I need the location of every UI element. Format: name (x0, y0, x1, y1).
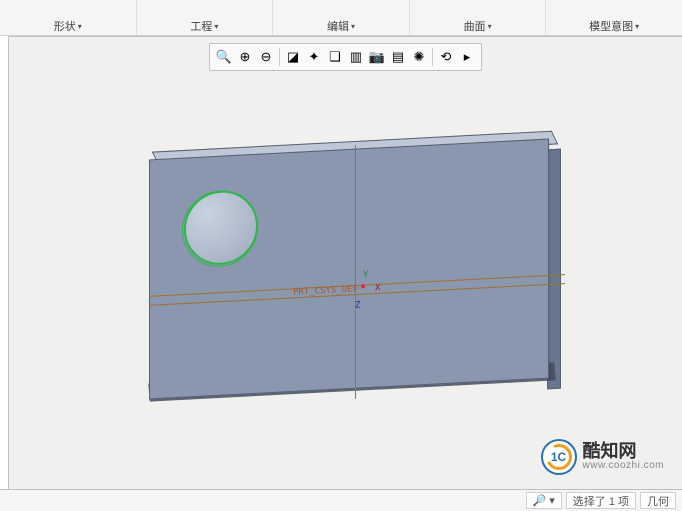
solid-front-face[interactable] (149, 139, 549, 400)
coordinate-system-icon[interactable]: X Y Z (349, 279, 389, 321)
solid-side-face (547, 149, 561, 390)
selection-status: 选择了 1 项 (566, 492, 636, 509)
ribbon-label: 模型意图 (589, 18, 633, 34)
graphics-viewport[interactable]: 🔍 ⊕ ⊖ ◪ ✦ ❏ ▥ 📷 ▤ ✺ ⟲ ▸ PRT_CSYS_DEF X (8, 36, 682, 489)
ribbon-group-edit[interactable]: 编辑 ▾ (273, 0, 410, 35)
binoculars-icon: 🔎 (533, 494, 547, 507)
ribbon-label: 曲面 (464, 18, 486, 34)
csys-origin-icon (361, 284, 365, 288)
ribbon-bar: 形状 ▾ 工程 ▾ 编辑 ▾ 曲面 ▾ 模型意图 ▾ (0, 0, 682, 36)
chevron-down-icon: ▾ (635, 22, 639, 31)
axis-z-label: Z (355, 300, 360, 310)
ribbon-group-model-intent[interactable]: 模型意图 ▾ (546, 0, 682, 35)
selection-filter[interactable]: 几何 (640, 492, 676, 509)
selection-filter-text: 几何 (647, 493, 669, 509)
status-bar: 🔎 ▾ 选择了 1 项 几何 (0, 489, 682, 511)
ribbon-label: 编辑 (327, 18, 349, 34)
chevron-down-icon: ▾ (214, 22, 218, 31)
hole-feature[interactable] (184, 189, 258, 267)
chevron-down-icon: ▾ (488, 22, 492, 31)
chevron-down-icon: ▾ (78, 22, 82, 31)
selection-status-text: 选择了 1 项 (573, 493, 629, 509)
axis-y-label: Y (363, 270, 368, 280)
ribbon-group-shape[interactable]: 形状 ▾ (0, 0, 137, 35)
ribbon-label: 形状 (54, 18, 76, 34)
find-button[interactable]: 🔎 ▾ (526, 492, 562, 509)
chevron-down-icon: ▾ (351, 22, 355, 31)
axis-x-label: X (375, 283, 380, 293)
model-canvas[interactable]: PRT_CSYS_DEF X Y Z (9, 37, 682, 489)
ribbon-label: 工程 (190, 18, 212, 34)
chevron-down-icon: ▾ (549, 494, 555, 507)
ribbon-group-engineering[interactable]: 工程 ▾ (137, 0, 274, 35)
ribbon-group-surface[interactable]: 曲面 ▾ (410, 0, 547, 35)
